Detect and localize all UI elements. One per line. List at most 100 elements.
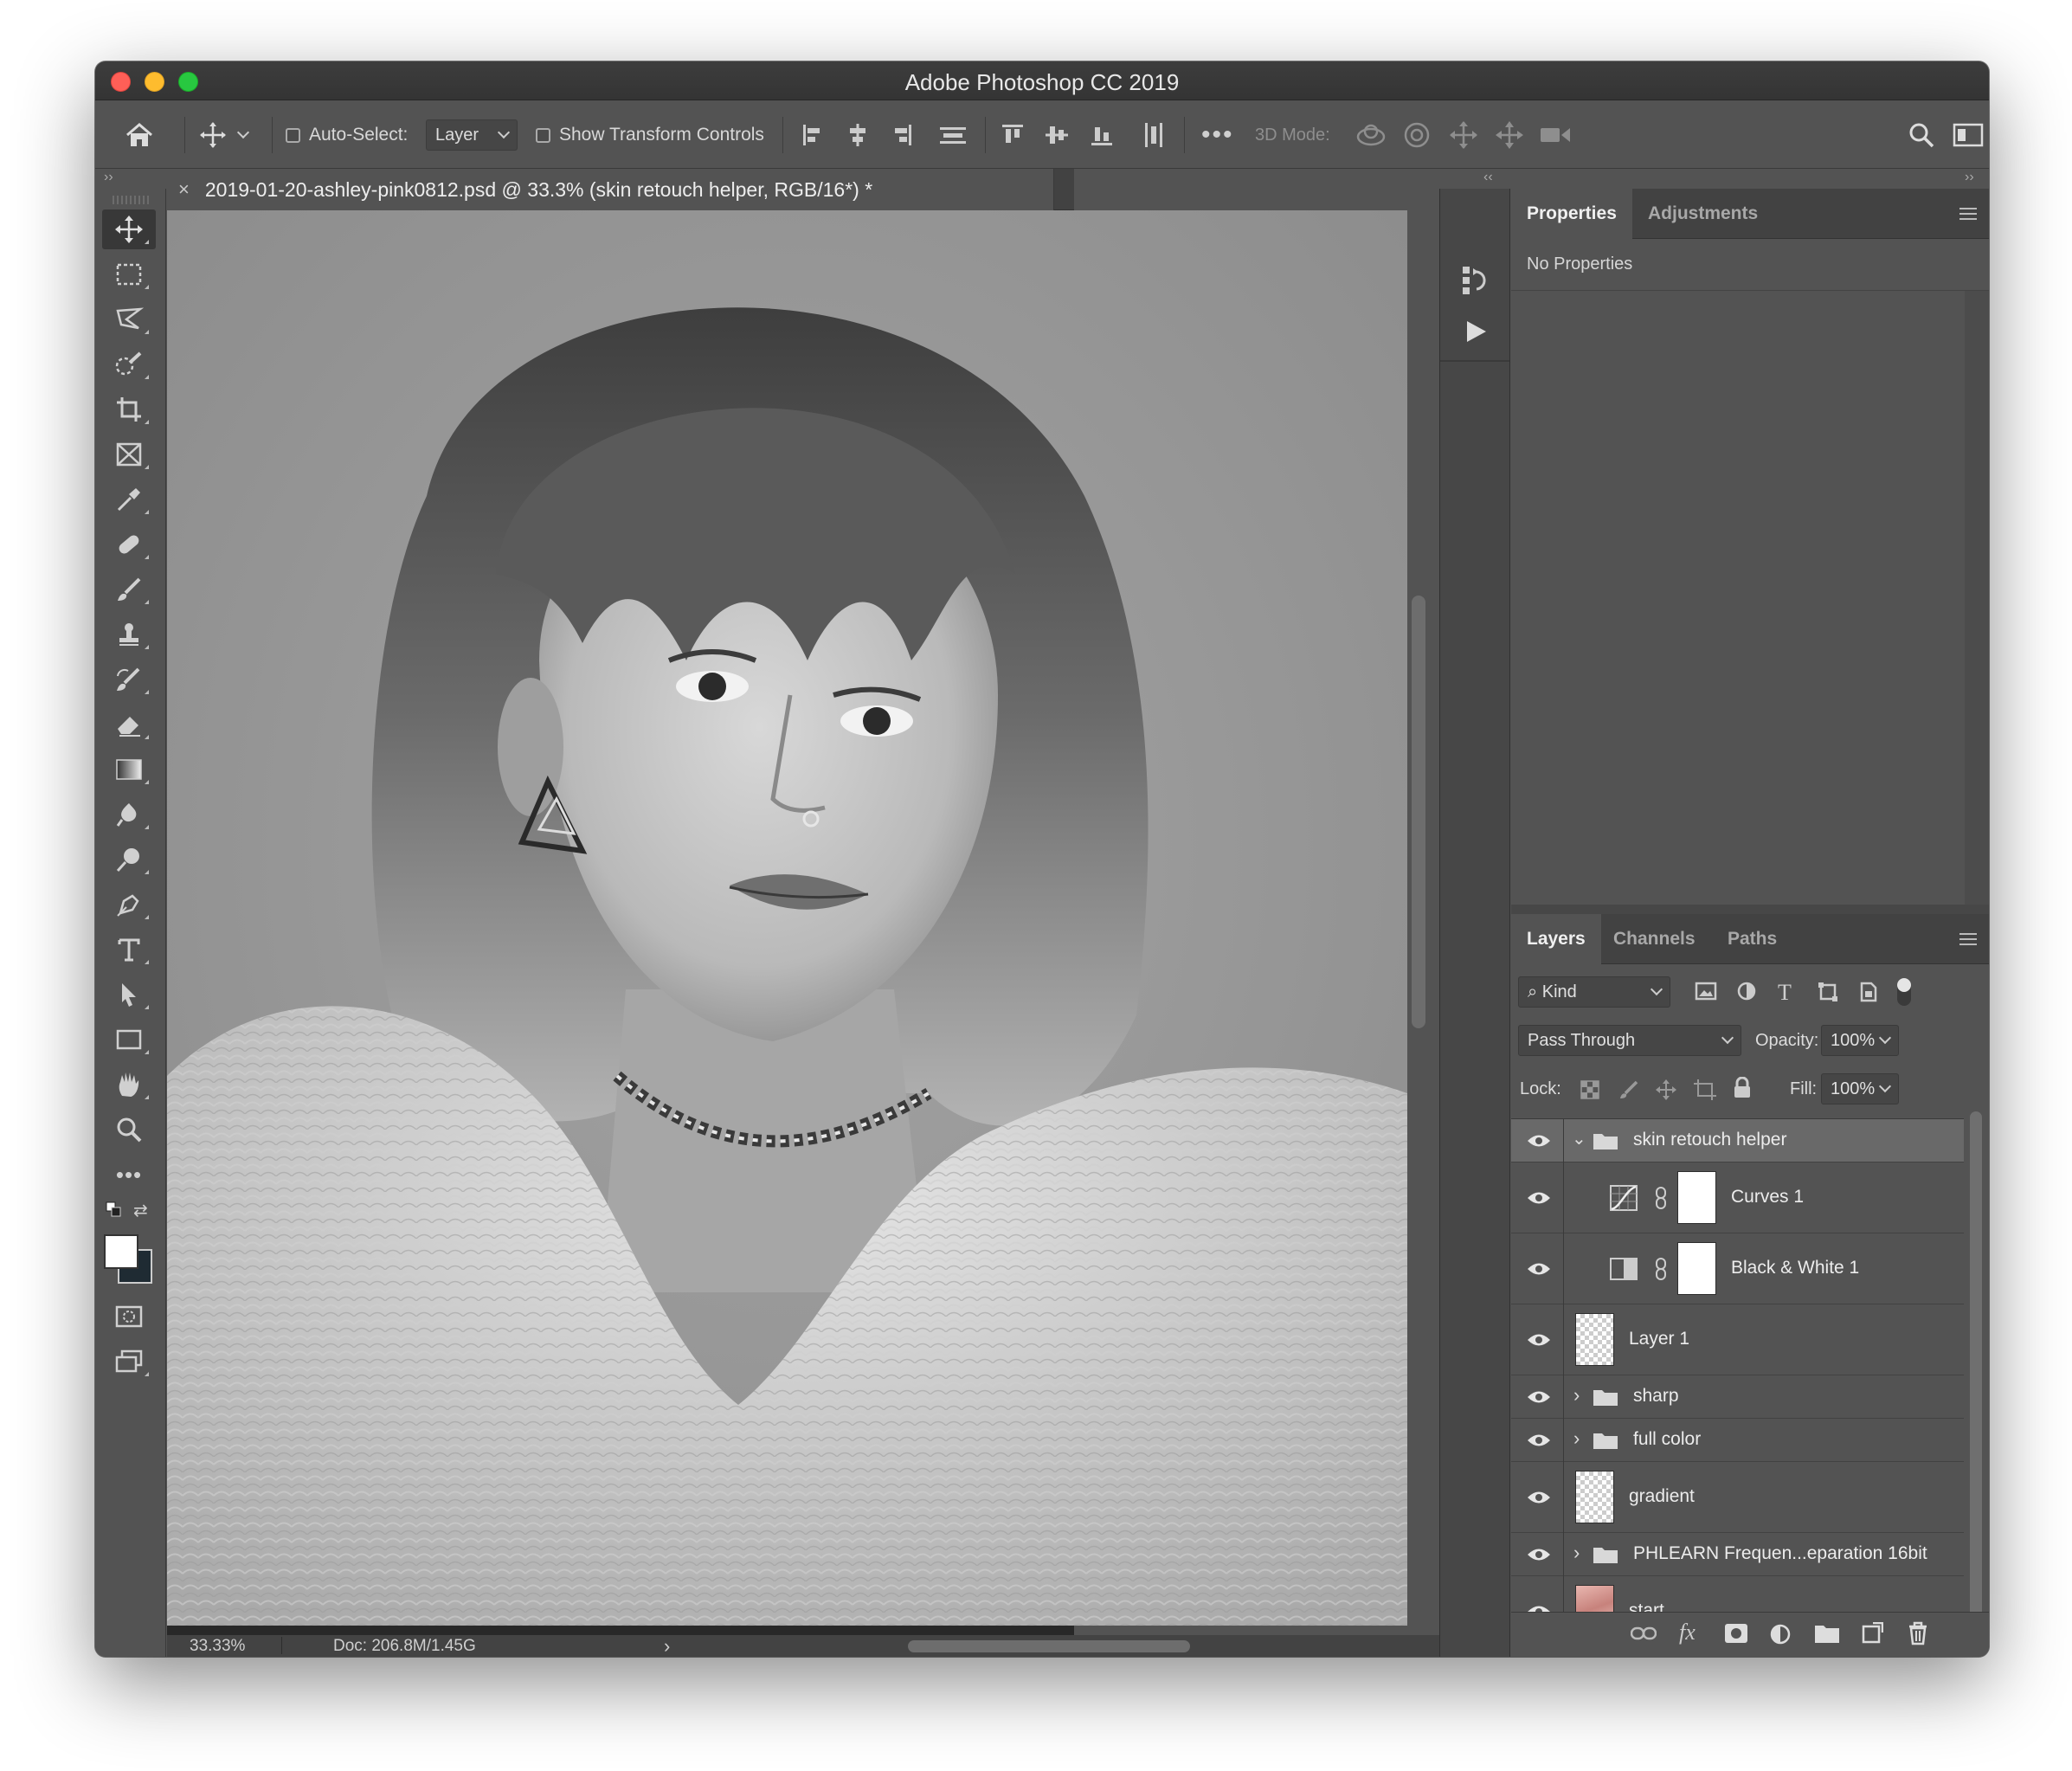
rectangular-marquee-tool-icon[interactable] <box>102 254 156 294</box>
filter-adjustment-layers-icon[interactable] <box>1736 981 1757 1001</box>
link-icon[interactable] <box>1655 1187 1667 1209</box>
filter-pixel-layers-icon[interactable] <box>1695 982 1717 1001</box>
vertical-scrollbar[interactable] <box>1412 596 1425 1028</box>
lock-position-icon[interactable] <box>1655 1079 1677 1101</box>
link-layers-icon[interactable] <box>1631 1625 1657 1642</box>
document-tab[interactable]: × 2019-01-20-ashley-pink0812.psd @ 33.3%… <box>167 169 1054 210</box>
visibility-eye-icon[interactable] <box>1527 1133 1551 1149</box>
show-transform-controls-checkbox[interactable]: Show Transform Controls <box>536 101 764 169</box>
home-icon[interactable] <box>125 101 154 169</box>
layer-row-gradient[interactable]: gradient <box>1511 1462 1964 1533</box>
visibility-eye-icon[interactable] <box>1527 1332 1551 1348</box>
expand-group-chevron-icon[interactable]: › <box>1573 1542 1580 1564</box>
layer-row-skin-retouch-helper[interactable]: ⌄ skin retouch helper <box>1511 1119 1964 1162</box>
swap-colors-icon[interactable]: ⇄ <box>133 1200 148 1221</box>
lasso-tool-icon[interactable] <box>102 299 156 339</box>
layer-row-sharp[interactable]: › sharp <box>1511 1375 1964 1419</box>
align-vertical-center-icon[interactable] <box>1045 101 1069 169</box>
clone-stamp-tool-icon[interactable] <box>102 615 156 654</box>
tab-properties[interactable]: Properties <box>1511 189 1632 239</box>
move-tool-preset-icon[interactable] <box>199 101 250 169</box>
workspace-icon[interactable] <box>1953 101 1989 169</box>
layers-panel-menu-icon[interactable] <box>1959 933 1977 945</box>
history-brush-tool-icon[interactable] <box>102 660 156 699</box>
align-left-icon[interactable] <box>801 101 824 169</box>
foreground-color-swatch[interactable] <box>104 1234 138 1269</box>
rectangle-tool-icon[interactable] <box>102 1020 156 1059</box>
filter-type-layers-icon[interactable]: T <box>1778 980 1792 1006</box>
pen-tool-icon[interactable] <box>102 885 156 924</box>
delete-layer-icon[interactable] <box>1908 1621 1928 1645</box>
layers-scrollbar[interactable] <box>1970 1111 1982 1624</box>
zoom-level[interactable]: 33.33% <box>190 1637 245 1656</box>
frame-tool-icon[interactable] <box>102 435 156 474</box>
canvas-area[interactable] <box>167 210 1407 1635</box>
layer-row-curves-1[interactable]: Curves 1 <box>1511 1162 1964 1233</box>
panels-collapse-icon[interactable]: ›› <box>1965 170 1974 189</box>
properties-panel-menu-icon[interactable] <box>1959 208 1977 220</box>
lock-artboard-icon[interactable] <box>1693 1079 1717 1101</box>
expand-group-chevron-icon[interactable]: › <box>1573 1427 1580 1450</box>
fill-input[interactable]: 100% <box>1821 1073 1899 1104</box>
path-selection-tool-icon[interactable] <box>102 975 156 1014</box>
3d-scale-camera-icon[interactable] <box>1539 101 1572 169</box>
visibility-eye-icon[interactable] <box>1527 1261 1551 1277</box>
visibility-eye-icon[interactable] <box>1527 1433 1551 1448</box>
edit-toolbar-icon[interactable]: ••• <box>102 1155 156 1195</box>
layer-row-full-color[interactable]: › full color <box>1511 1419 1964 1462</box>
actions-panel-icon[interactable] <box>1463 319 1489 345</box>
dodge-tool-icon[interactable] <box>102 840 156 879</box>
filter-smart-objects-icon[interactable] <box>1859 981 1878 1003</box>
visibility-eye-icon[interactable] <box>1527 1190 1551 1206</box>
3d-pan-icon[interactable] <box>1449 101 1478 169</box>
close-document-icon[interactable]: × <box>178 178 190 201</box>
eyedropper-tool-icon[interactable] <box>102 480 156 519</box>
eraser-tool-icon[interactable] <box>102 705 156 744</box>
new-layer-icon[interactable] <box>1861 1622 1883 1645</box>
horizontal-scrollbar[interactable] <box>908 1640 1190 1652</box>
add-mask-icon[interactable] <box>1724 1623 1748 1644</box>
opacity-input[interactable]: 100% <box>1821 1025 1899 1056</box>
expand-group-chevron-icon[interactable]: › <box>1573 1384 1580 1407</box>
distribute-vertical-icon[interactable] <box>938 101 968 169</box>
status-menu-arrow-icon[interactable]: › <box>664 1635 670 1657</box>
align-right-icon[interactable] <box>891 101 913 169</box>
visibility-eye-icon[interactable] <box>1527 1389 1551 1405</box>
filter-shape-layers-icon[interactable] <box>1818 982 1838 1002</box>
layer-style-fx-icon[interactable]: fx <box>1679 1620 1696 1645</box>
layer-row-phlearn-frequency-separation[interactable]: › PHLEARN Frequen...eparation 16bit <box>1511 1533 1964 1576</box>
move-tool-icon[interactable] <box>102 209 156 249</box>
layer-mask-thumbnail[interactable] <box>1677 1171 1716 1224</box>
align-horizontal-center-icon[interactable] <box>846 101 869 169</box>
layer-row-layer-1[interactable]: Layer 1 <box>1511 1304 1964 1375</box>
lock-transparent-pixels-icon[interactable] <box>1580 1080 1599 1099</box>
distribute-horizontal-icon[interactable] <box>1142 101 1166 169</box>
3d-roll-icon[interactable] <box>1402 101 1432 169</box>
align-bottom-icon[interactable] <box>1090 101 1114 169</box>
layer-filter-kind-dropdown[interactable]: ⌕ Kind <box>1518 976 1670 1008</box>
collapse-group-chevron-icon[interactable]: ⌄ <box>1572 1128 1586 1150</box>
filter-toggle-switch[interactable] <box>1897 978 1911 1006</box>
auto-select-target-dropdown[interactable]: Layer <box>426 119 518 151</box>
search-icon[interactable] <box>1908 101 1935 169</box>
blur-tool-icon[interactable] <box>102 795 156 834</box>
visibility-eye-icon[interactable] <box>1527 1490 1551 1505</box>
dock-collapse-icon[interactable]: ‹‹ <box>1483 170 1493 189</box>
3d-slide-icon[interactable] <box>1494 101 1525 169</box>
history-panel-icon[interactable] <box>1461 263 1490 298</box>
tab-paths[interactable]: Paths <box>1712 914 1792 964</box>
crop-tool-icon[interactable] <box>102 390 156 429</box>
zoom-tool-icon[interactable] <box>102 1110 156 1150</box>
brush-tool-icon[interactable] <box>102 570 156 609</box>
blend-mode-dropdown[interactable]: Pass Through <box>1518 1025 1741 1056</box>
visibility-eye-icon[interactable] <box>1527 1547 1551 1562</box>
default-colors-icon[interactable] <box>106 1201 121 1217</box>
lock-image-pixels-icon[interactable] <box>1618 1079 1639 1100</box>
link-icon[interactable] <box>1655 1258 1667 1280</box>
tab-adjustments[interactable]: Adjustments <box>1632 189 1773 239</box>
lock-all-icon[interactable] <box>1733 1077 1752 1099</box>
quick-selection-tool-icon[interactable] <box>102 345 156 384</box>
screen-mode-icon[interactable] <box>102 1342 156 1381</box>
layer-row-black-white-1[interactable]: Black & White 1 <box>1511 1233 1964 1304</box>
new-group-icon[interactable] <box>1814 1623 1840 1644</box>
